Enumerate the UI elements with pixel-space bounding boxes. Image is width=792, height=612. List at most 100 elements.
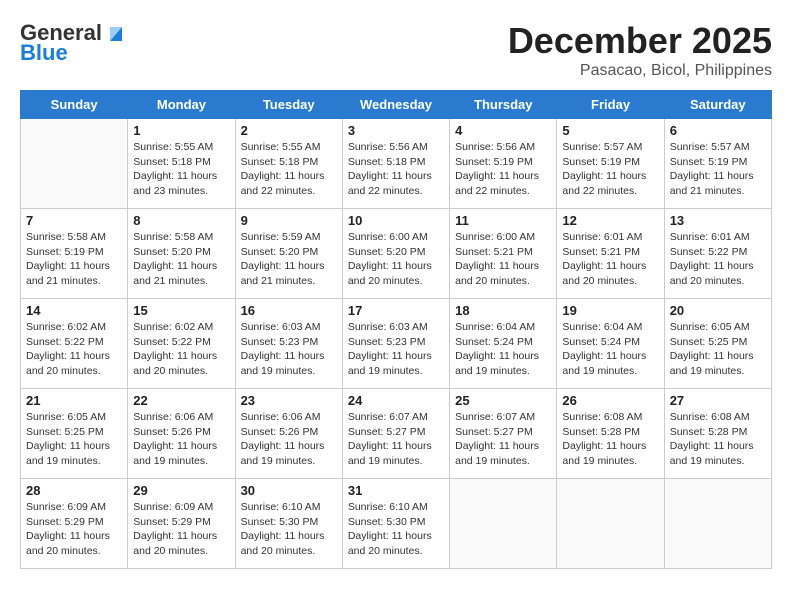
day-info: Sunrise: 6:04 AM Sunset: 5:24 PM Dayligh…	[562, 320, 658, 379]
day-info: Sunrise: 5:55 AM Sunset: 5:18 PM Dayligh…	[241, 140, 337, 199]
day-number: 25	[455, 393, 551, 408]
day-number: 23	[241, 393, 337, 408]
calendar-cell: 26 Sunrise: 6:08 AM Sunset: 5:28 PM Dayli…	[557, 389, 664, 479]
day-number: 19	[562, 303, 658, 318]
calendar-cell: 9Sunrise: 5:59 AM Sunset: 5:20 PM Daylig…	[235, 209, 342, 299]
day-info: Sunrise: 5:58 AM Sunset: 5:19 PM Dayligh…	[26, 230, 122, 289]
day-info: Sunrise: 6:09 AM Sunset: 5:29 PM Dayligh…	[133, 500, 229, 559]
calendar-week-row: 21 Sunrise: 6:05 AM Sunset: 5:25 PM Dayli…	[21, 389, 772, 479]
day-info: Sunrise: 5:58 AM Sunset: 5:20 PM Dayligh…	[133, 230, 229, 289]
location-title: Pasacao, Bicol, Philippines	[508, 62, 772, 80]
day-info: Sunrise: 5:57 AM Sunset: 5:19 PM Dayligh…	[670, 140, 766, 199]
weekday-header: Wednesday	[342, 91, 449, 119]
day-info: Sunrise: 6:05 AM Sunset: 5:25 PM Dayligh…	[26, 410, 122, 469]
weekday-header: Friday	[557, 91, 664, 119]
calendar-cell: 10 Sunrise: 6:00 AM Sunset: 5:20 PM Dayli…	[342, 209, 449, 299]
calendar-cell	[450, 479, 557, 569]
day-number: 3	[348, 123, 444, 138]
day-number: 18	[455, 303, 551, 318]
calendar-cell	[557, 479, 664, 569]
calendar-cell: 6 Sunrise: 5:57 AM Sunset: 5:19 PM Daylig…	[664, 119, 771, 209]
calendar-cell: 24 Sunrise: 6:07 AM Sunset: 5:27 PM Dayli…	[342, 389, 449, 479]
day-number: 14	[26, 303, 122, 318]
title-area: December 2025 Pasacao, Bicol, Philippine…	[508, 20, 772, 80]
day-number: 11	[455, 213, 551, 228]
calendar-cell: 31 Sunrise: 6:10 AM Sunset: 5:30 PM Dayli…	[342, 479, 449, 569]
day-number: 31	[348, 483, 444, 498]
day-info: Sunrise: 6:07 AM Sunset: 5:27 PM Dayligh…	[455, 410, 551, 469]
day-info: Sunrise: 6:08 AM Sunset: 5:28 PM Dayligh…	[562, 410, 658, 469]
day-info: Sunrise: 6:02 AM Sunset: 5:22 PM Dayligh…	[133, 320, 229, 379]
day-info: Sunrise: 5:57 AM Sunset: 5:19 PM Dayligh…	[562, 140, 658, 199]
weekday-header: Monday	[128, 91, 235, 119]
calendar-header-row: SundayMondayTuesdayWednesdayThursdayFrid…	[21, 91, 772, 119]
calendar-cell: 14 Sunrise: 6:02 AM Sunset: 5:22 PM Dayli…	[21, 299, 128, 389]
logo-blue-text: Blue	[20, 40, 68, 66]
calendar-week-row: 1 Sunrise: 5:55 AM Sunset: 5:18 PM Daylig…	[21, 119, 772, 209]
day-number: 10	[348, 213, 444, 228]
calendar-table: SundayMondayTuesdayWednesdayThursdayFrid…	[20, 90, 772, 569]
calendar-cell: 23 Sunrise: 6:06 AM Sunset: 5:26 PM Dayli…	[235, 389, 342, 479]
day-number: 24	[348, 393, 444, 408]
day-info: Sunrise: 5:55 AM Sunset: 5:18 PM Dayligh…	[133, 140, 229, 199]
day-number: 20	[670, 303, 766, 318]
day-info: Sunrise: 6:04 AM Sunset: 5:24 PM Dayligh…	[455, 320, 551, 379]
day-info: Sunrise: 6:02 AM Sunset: 5:22 PM Dayligh…	[26, 320, 122, 379]
day-info: Sunrise: 6:07 AM Sunset: 5:27 PM Dayligh…	[348, 410, 444, 469]
calendar-cell: 29 Sunrise: 6:09 AM Sunset: 5:29 PM Dayli…	[128, 479, 235, 569]
calendar-cell: 25 Sunrise: 6:07 AM Sunset: 5:27 PM Dayli…	[450, 389, 557, 479]
calendar-cell: 11 Sunrise: 6:00 AM Sunset: 5:21 PM Dayli…	[450, 209, 557, 299]
month-title: December 2025	[508, 20, 772, 62]
calendar-cell: 8 Sunrise: 5:58 AM Sunset: 5:20 PM Daylig…	[128, 209, 235, 299]
calendar-cell: 3Sunrise: 5:56 AM Sunset: 5:18 PM Daylig…	[342, 119, 449, 209]
calendar-cell: 13Sunrise: 6:01 AM Sunset: 5:22 PM Dayli…	[664, 209, 771, 299]
day-number: 8	[133, 213, 229, 228]
calendar-cell	[664, 479, 771, 569]
day-number: 13	[670, 213, 766, 228]
calendar-cell: 5 Sunrise: 5:57 AM Sunset: 5:19 PM Daylig…	[557, 119, 664, 209]
day-info: Sunrise: 6:00 AM Sunset: 5:20 PM Dayligh…	[348, 230, 444, 289]
weekday-header: Sunday	[21, 91, 128, 119]
logo: General Blue	[20, 20, 126, 66]
day-number: 1	[133, 123, 229, 138]
calendar-cell: 21 Sunrise: 6:05 AM Sunset: 5:25 PM Dayli…	[21, 389, 128, 479]
calendar-cell: 12Sunrise: 6:01 AM Sunset: 5:21 PM Dayli…	[557, 209, 664, 299]
page-header: General Blue December 2025 Pasacao, Bico…	[20, 20, 772, 80]
weekday-header: Saturday	[664, 91, 771, 119]
day-info: Sunrise: 6:06 AM Sunset: 5:26 PM Dayligh…	[133, 410, 229, 469]
day-number: 4	[455, 123, 551, 138]
calendar-week-row: 7 Sunrise: 5:58 AM Sunset: 5:19 PM Daylig…	[21, 209, 772, 299]
day-info: Sunrise: 6:10 AM Sunset: 5:30 PM Dayligh…	[241, 500, 337, 559]
day-number: 9	[241, 213, 337, 228]
day-number: 7	[26, 213, 122, 228]
day-info: Sunrise: 6:03 AM Sunset: 5:23 PM Dayligh…	[241, 320, 337, 379]
day-info: Sunrise: 6:10 AM Sunset: 5:30 PM Dayligh…	[348, 500, 444, 559]
calendar-cell: 27Sunrise: 6:08 AM Sunset: 5:28 PM Dayli…	[664, 389, 771, 479]
day-number: 21	[26, 393, 122, 408]
day-number: 22	[133, 393, 229, 408]
day-number: 5	[562, 123, 658, 138]
day-info: Sunrise: 6:08 AM Sunset: 5:28 PM Dayligh…	[670, 410, 766, 469]
calendar-week-row: 28 Sunrise: 6:09 AM Sunset: 5:29 PM Dayli…	[21, 479, 772, 569]
day-number: 12	[562, 213, 658, 228]
calendar-cell: 4Sunrise: 5:56 AM Sunset: 5:19 PM Daylig…	[450, 119, 557, 209]
day-number: 29	[133, 483, 229, 498]
calendar-cell: 19 Sunrise: 6:04 AM Sunset: 5:24 PM Dayli…	[557, 299, 664, 389]
day-number: 6	[670, 123, 766, 138]
calendar-cell	[21, 119, 128, 209]
day-number: 28	[26, 483, 122, 498]
day-info: Sunrise: 6:03 AM Sunset: 5:23 PM Dayligh…	[348, 320, 444, 379]
day-number: 26	[562, 393, 658, 408]
day-info: Sunrise: 6:06 AM Sunset: 5:26 PM Dayligh…	[241, 410, 337, 469]
day-number: 2	[241, 123, 337, 138]
day-info: Sunrise: 6:00 AM Sunset: 5:21 PM Dayligh…	[455, 230, 551, 289]
day-number: 17	[348, 303, 444, 318]
calendar-cell: 28Sunrise: 6:09 AM Sunset: 5:29 PM Dayli…	[21, 479, 128, 569]
day-number: 15	[133, 303, 229, 318]
calendar-cell: 18 Sunrise: 6:04 AM Sunset: 5:24 PM Dayli…	[450, 299, 557, 389]
day-number: 16	[241, 303, 337, 318]
weekday-header: Thursday	[450, 91, 557, 119]
logo-icon	[106, 23, 126, 43]
calendar-cell: 2 Sunrise: 5:55 AM Sunset: 5:18 PM Daylig…	[235, 119, 342, 209]
calendar-cell: 1 Sunrise: 5:55 AM Sunset: 5:18 PM Daylig…	[128, 119, 235, 209]
